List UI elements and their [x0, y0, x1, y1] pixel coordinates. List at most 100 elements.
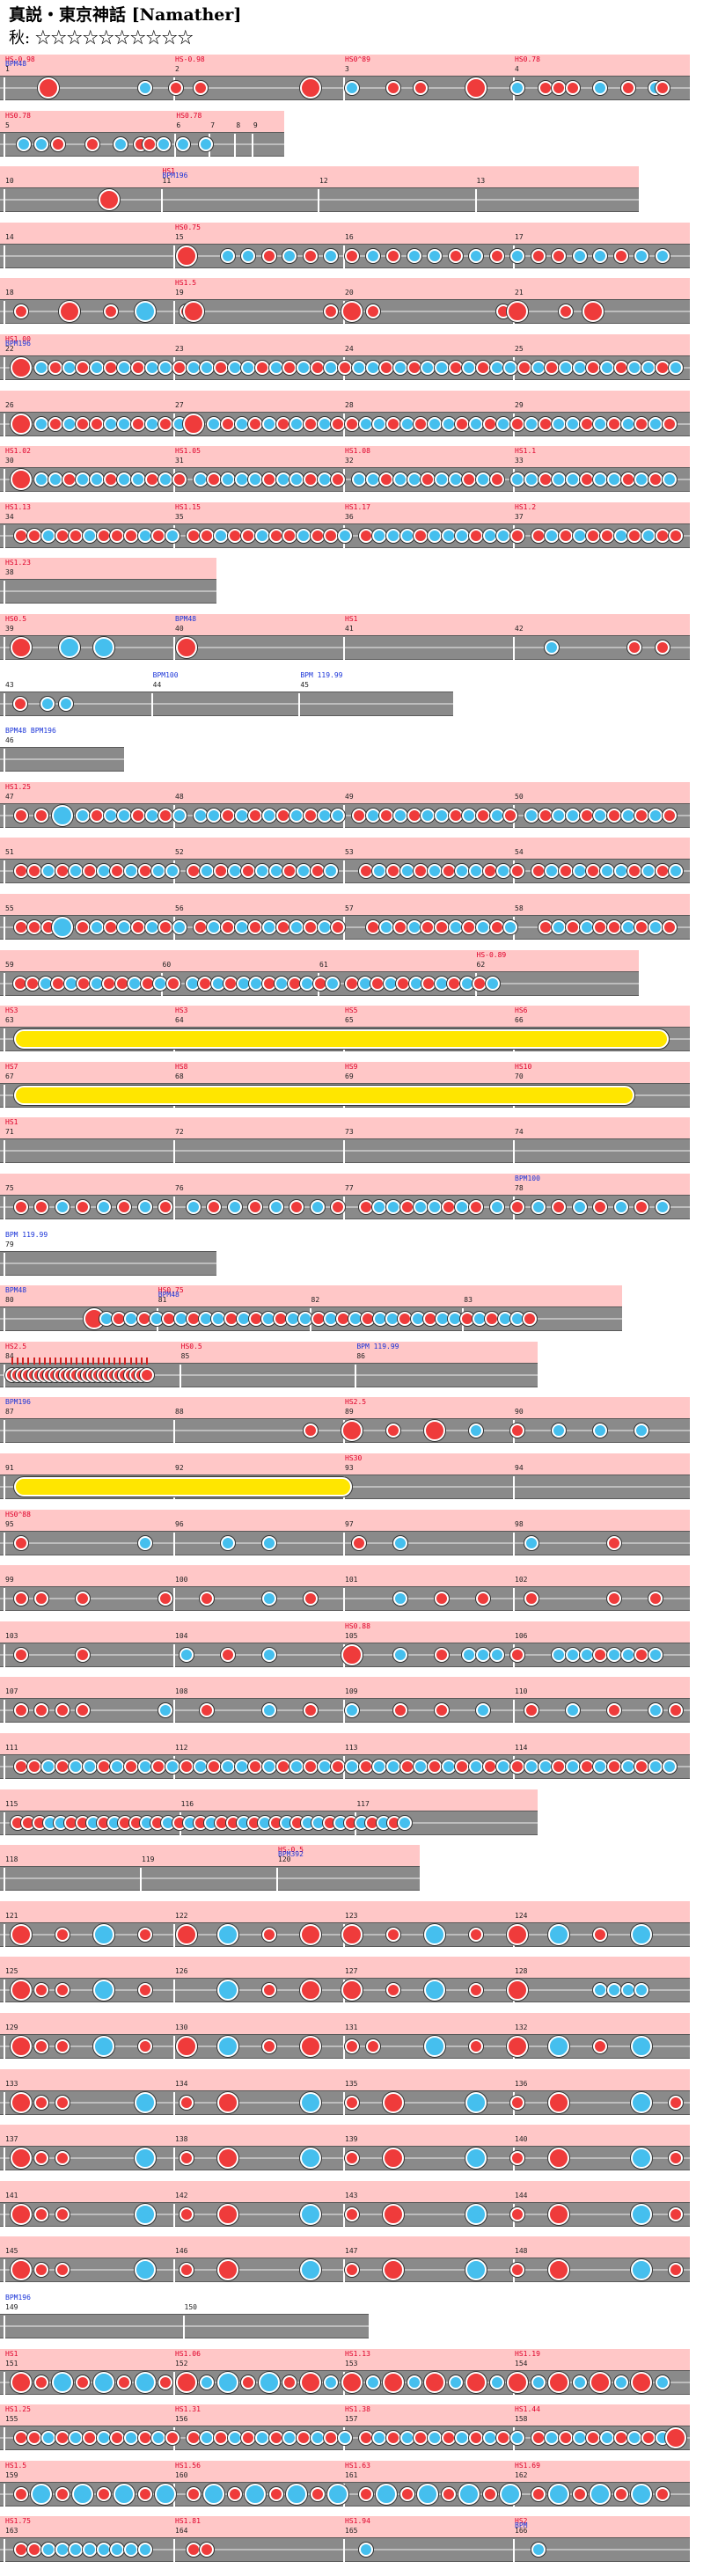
measure-number: 103: [5, 1631, 18, 1640]
don-note: [13, 1592, 28, 1606]
measure-number: 34: [5, 512, 14, 521]
ka-note: [249, 976, 264, 991]
ka-note: [631, 2091, 653, 2113]
don-note: [655, 640, 670, 655]
measure-number: 91: [5, 1464, 14, 1472]
bar-line: [140, 1868, 142, 1892]
don-note: [13, 920, 28, 934]
don-note: [55, 2095, 70, 2110]
bar-line: [513, 637, 515, 660]
scroll-command: HS1.5: [175, 279, 197, 288]
measure-number: 135: [345, 2079, 358, 2088]
don-note: [441, 2431, 456, 2446]
measure-number: 64: [175, 1016, 184, 1025]
balloon-marker: [119, 1357, 121, 1365]
ka-note: [41, 1760, 56, 1774]
don-note: [34, 2206, 49, 2221]
don-note: [399, 1200, 414, 1214]
ka-note: [114, 2483, 136, 2505]
chart-row: 149 BPM196 150: [0, 2293, 369, 2349]
don-note: [358, 2431, 373, 2446]
balloon-marker: [60, 1357, 62, 1365]
ka-note: [424, 1923, 446, 1945]
don-note: [216, 2148, 238, 2170]
ka-note: [216, 1923, 238, 1945]
don-note: [310, 528, 325, 543]
ka-note: [76, 808, 91, 823]
don-note: [341, 2371, 363, 2393]
balloon-marker: [124, 1357, 127, 1365]
don-note: [34, 808, 49, 823]
measure-number: 160: [175, 2470, 188, 2479]
don-note: [214, 361, 229, 375]
don-note: [84, 136, 99, 151]
ka-note: [128, 976, 143, 991]
bar-line: [4, 581, 5, 604]
ka-note: [392, 1647, 407, 1662]
ka-note: [89, 361, 104, 375]
measure-number: 87: [5, 1408, 14, 1416]
ka-note: [465, 2203, 487, 2225]
chart-row: 103 104 105 HS0.88 106: [0, 1621, 690, 1678]
don-note: [186, 2486, 201, 2501]
measure-number: 72: [175, 1128, 184, 1137]
bar-line: [4, 189, 5, 213]
bpm-change: BPM48: [158, 1291, 180, 1299]
don-note: [538, 920, 553, 934]
scroll-command: HS-0.98: [175, 55, 205, 63]
don-note: [631, 2371, 653, 2393]
don-note: [469, 528, 484, 543]
measure-number: 97: [345, 1519, 354, 1528]
don-note: [503, 808, 518, 823]
ka-note: [92, 1923, 114, 1945]
scroll-band: [0, 1845, 420, 1867]
chart-row: 125 126 127 128: [0, 1957, 690, 2013]
ka-note: [407, 472, 421, 487]
scroll-command: HS7: [5, 1062, 18, 1071]
don-note: [193, 920, 208, 934]
don-note: [383, 2371, 405, 2393]
measure-number: 46: [5, 736, 14, 745]
ka-note: [338, 528, 353, 543]
ka-note: [606, 472, 621, 487]
don-note: [559, 528, 574, 543]
measure-number: 132: [515, 2023, 528, 2031]
measure-number: 45: [300, 680, 309, 689]
measure-number: 6: [176, 121, 181, 129]
measure-number: 57: [345, 904, 354, 912]
ka-note: [193, 1760, 208, 1774]
don-note: [579, 1760, 594, 1774]
ka-note: [648, 416, 663, 431]
don-note: [275, 1760, 290, 1774]
scroll-command: HS1.05: [175, 447, 201, 456]
scroll-command: HS0^89: [345, 55, 370, 63]
measure-number: 114: [515, 1744, 528, 1752]
scroll-command: HS1.25: [5, 782, 31, 791]
balloon-marker: [97, 1357, 99, 1365]
chart-row: 63 HS3 64 HS3 65 HS5 66 HS6: [0, 1006, 690, 1062]
ka-note: [465, 2091, 487, 2113]
measure-number: 73: [345, 1128, 354, 1137]
don-note: [606, 1592, 621, 1606]
chart-row: 34 HS1.13 35 HS1.15 36 HS1.17 37 HS1.2: [0, 501, 690, 559]
don-note: [606, 920, 621, 934]
measure-number: 150: [184, 2303, 197, 2311]
measure-number: 164: [175, 2527, 188, 2536]
scroll-command: HS3: [5, 1006, 18, 1015]
difficulty-label: 秋:: [9, 29, 31, 48]
don-note: [193, 81, 208, 95]
scroll-command: HS1.25: [5, 2405, 31, 2414]
chart-row: 118 119 120 HS-0.5 BPM392: [0, 1845, 420, 1901]
measure-number: 82: [311, 1296, 320, 1305]
scroll-command: HS2.5: [345, 1398, 367, 1407]
don-note: [538, 81, 553, 95]
don-note: [51, 136, 66, 151]
don-note: [620, 81, 635, 95]
chart-row: 1 HS-0.98 BPM48 2 HS-0.98 3 HS0^89 4 HS0.78: [0, 55, 690, 111]
scroll-command: HS0.88: [345, 1621, 370, 1630]
measure-number: 148: [515, 2247, 528, 2256]
measure-number: 94: [515, 1464, 524, 1472]
don-note: [13, 528, 28, 543]
ka-note: [407, 920, 421, 934]
measure-number: 116: [180, 1799, 194, 1808]
